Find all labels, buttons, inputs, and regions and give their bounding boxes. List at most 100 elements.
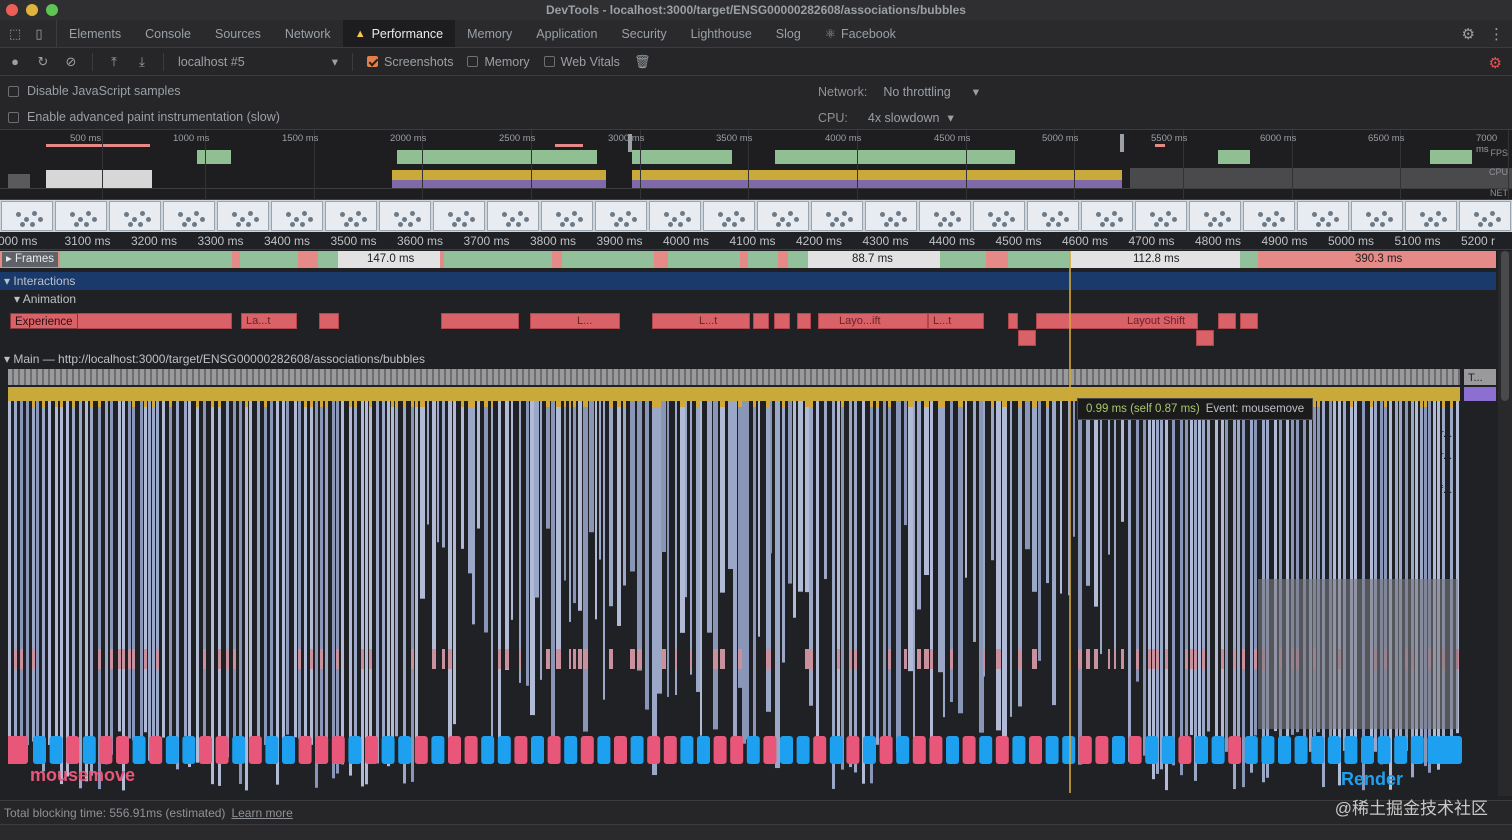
- call-stack-column[interactable]: [854, 401, 857, 773]
- gc-slice[interactable]: [837, 649, 840, 669]
- task-slice[interactable]: [68, 369, 72, 385]
- scripting-slice[interactable]: [55, 401, 58, 407]
- gc-slice[interactable]: [569, 649, 571, 669]
- call-stack-column[interactable]: [128, 401, 131, 739]
- gc-slice[interactable]: [1114, 649, 1116, 669]
- task-slice[interactable]: [410, 369, 414, 385]
- call-stack-column[interactable]: [1010, 401, 1012, 717]
- scripting-slice[interactable]: [391, 401, 394, 407]
- scripting-slice[interactable]: [32, 401, 35, 407]
- gc-slice[interactable]: [713, 649, 718, 669]
- call-stack-column[interactable]: [1002, 401, 1007, 754]
- task-slice[interactable]: [248, 369, 252, 385]
- task-slice[interactable]: [566, 369, 570, 385]
- tab-performance[interactable]: ▲ Performance: [342, 20, 456, 47]
- scripting-slice[interactable]: [472, 401, 475, 407]
- task-slice[interactable]: [902, 369, 906, 385]
- task-slice[interactable]: [488, 369, 492, 385]
- task-slice[interactable]: [602, 369, 606, 385]
- screenshot-thumbnail[interactable]: [217, 201, 269, 231]
- layout-shift-block[interactable]: [797, 313, 811, 329]
- gc-slice[interactable]: [766, 649, 771, 669]
- call-stack-column[interactable]: [442, 401, 445, 548]
- gc-slice[interactable]: [690, 649, 692, 669]
- scripting-slice[interactable]: [617, 401, 621, 407]
- close-window-button[interactable]: [6, 4, 18, 16]
- scripting-slice[interactable]: [354, 401, 357, 407]
- call-stack-column[interactable]: [707, 401, 712, 633]
- scripting-slice[interactable]: [753, 401, 756, 407]
- task-slice[interactable]: [1262, 369, 1266, 385]
- call-stack-column[interactable]: [788, 401, 792, 584]
- scripting-slice[interactable]: [1002, 401, 1007, 407]
- call-stack-column[interactable]: [1237, 401, 1240, 744]
- task-slice[interactable]: [656, 369, 660, 385]
- dropped-frame[interactable]: [986, 251, 1008, 268]
- gc-slice[interactable]: [203, 649, 206, 669]
- call-stack-column[interactable]: [395, 401, 398, 737]
- scripting-slice[interactable]: [169, 401, 172, 407]
- task-slice[interactable]: [1208, 369, 1212, 385]
- gc-slice[interactable]: [361, 649, 364, 669]
- task-slice[interactable]: [998, 369, 1002, 385]
- call-stack-column[interactable]: [336, 401, 339, 774]
- task-slice[interactable]: [350, 369, 354, 385]
- call-stack-column[interactable]: [1094, 401, 1098, 607]
- call-stack-column[interactable]: [20, 401, 23, 749]
- call-stack-column[interactable]: [1215, 401, 1218, 763]
- task-slice[interactable]: [848, 369, 852, 385]
- call-stack-column[interactable]: [841, 401, 844, 770]
- task-slice[interactable]: [1298, 369, 1302, 385]
- task-slice[interactable]: [200, 369, 204, 385]
- task-slice[interactable]: [1202, 369, 1206, 385]
- call-stack-column[interactable]: [169, 401, 172, 759]
- call-stack-column[interactable]: [66, 401, 69, 777]
- call-stack-column[interactable]: [1078, 401, 1082, 765]
- task-slice[interactable]: [62, 369, 66, 385]
- task-slice[interactable]: [560, 369, 564, 385]
- call-stack-column[interactable]: [427, 401, 429, 525]
- gc-slice[interactable]: [98, 649, 101, 669]
- call-stack-column[interactable]: [519, 401, 521, 683]
- gc-slice[interactable]: [630, 649, 635, 669]
- cpu-throttling-select[interactable]: 4x slowdown: [868, 111, 940, 125]
- task-slice[interactable]: [926, 369, 930, 385]
- screenshot-thumbnail[interactable]: [919, 201, 971, 231]
- scripting-slice[interactable]: [60, 401, 63, 407]
- call-stack-column[interactable]: [484, 401, 488, 633]
- task-slice[interactable]: [494, 369, 498, 385]
- gc-slice[interactable]: [226, 649, 229, 669]
- gc-slice[interactable]: [118, 649, 121, 669]
- scripting-slice[interactable]: [1317, 401, 1320, 407]
- scripting-slice[interactable]: [310, 401, 313, 407]
- task-slice[interactable]: [416, 369, 420, 385]
- call-stack-column[interactable]: [883, 401, 886, 740]
- call-stack-column[interactable]: [1207, 401, 1210, 732]
- call-stack-column[interactable]: [589, 401, 594, 533]
- call-stack-column[interactable]: [1225, 401, 1228, 752]
- upload-profile-icon[interactable]: ⤒: [107, 54, 121, 70]
- task-slice[interactable]: [356, 369, 360, 385]
- scripting-slice[interactable]: [349, 401, 352, 407]
- task-slice[interactable]: [950, 369, 954, 385]
- gc-slice[interactable]: [498, 649, 501, 669]
- gc-slice[interactable]: [675, 649, 677, 669]
- tab-security[interactable]: Security: [609, 20, 678, 47]
- task-slice[interactable]: [326, 369, 330, 385]
- task-slice[interactable]: [1448, 369, 1452, 385]
- task-slice[interactable]: [1400, 369, 1404, 385]
- call-stack-column[interactable]: [930, 401, 933, 741]
- screenshot-thumbnail[interactable]: [1, 201, 53, 231]
- task-slice[interactable]: [320, 369, 324, 385]
- task-slice[interactable]: [1010, 369, 1014, 385]
- screenshot-thumbnail[interactable]: [325, 201, 377, 231]
- task-slice[interactable]: [464, 369, 468, 385]
- call-stack-column[interactable]: [700, 401, 702, 736]
- scripting-slice[interactable]: [609, 401, 613, 407]
- task-slice[interactable]: [1316, 369, 1320, 385]
- task-slice[interactable]: [1004, 369, 1008, 385]
- layout-shift-block[interactable]: La...t: [241, 313, 297, 329]
- call-stack-column[interactable]: [304, 401, 307, 748]
- gc-slice[interactable]: [432, 649, 436, 669]
- call-stack-column[interactable]: [645, 401, 649, 710]
